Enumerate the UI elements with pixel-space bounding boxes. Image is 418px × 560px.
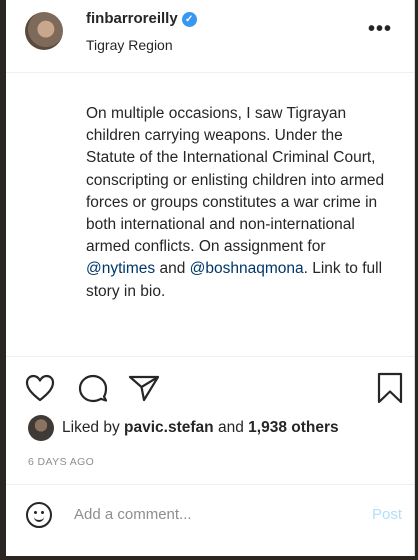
mention-boshnaqmona[interactable]: @boshnaqmona: [190, 260, 304, 277]
heart-icon[interactable]: [25, 374, 55, 402]
post-timestamp[interactable]: 6 days ago: [28, 456, 94, 468]
verified-icon: ✓: [181, 12, 197, 27]
author-username-row: finbarroreilly ✓: [86, 10, 197, 27]
post-comment-button[interactable]: Post: [372, 506, 402, 523]
liker-avatar[interactable]: [28, 415, 54, 441]
post-card: finbarroreilly ✓ Tigray Region ••• On mul…: [6, 0, 415, 556]
author-avatar[interactable]: [25, 12, 63, 50]
add-comment-row: Post: [6, 492, 414, 544]
caption-text-1: On multiple occasions, I saw Tigrayan ch…: [86, 105, 385, 256]
post-header: finbarroreilly ✓ Tigray Region •••: [6, 0, 414, 73]
mention-nytimes[interactable]: @nytimes: [86, 260, 155, 277]
likes-summary: Liked by pavic.stefan and 1,938 others: [28, 414, 339, 442]
author-username[interactable]: finbarroreilly: [86, 10, 178, 27]
likes-prefix: Liked by: [62, 419, 120, 436]
emoji-icon[interactable]: [26, 502, 52, 528]
bookmark-icon[interactable]: [376, 372, 404, 404]
comment-icon[interactable]: [78, 373, 108, 403]
divider: [6, 356, 414, 357]
likes-middle: and: [217, 419, 244, 436]
post-caption: On multiple occasions, I saw Tigrayan ch…: [86, 103, 386, 303]
share-icon[interactable]: [128, 374, 160, 402]
liker-username[interactable]: pavic.stefan: [124, 419, 214, 437]
divider: [6, 484, 414, 485]
more-options-icon[interactable]: •••: [368, 18, 392, 41]
post-location[interactable]: Tigray Region: [86, 37, 173, 53]
caption-text-2: and: [155, 260, 190, 278]
likes-others-link[interactable]: 1,938 others: [248, 419, 338, 437]
comment-input[interactable]: [74, 506, 344, 523]
